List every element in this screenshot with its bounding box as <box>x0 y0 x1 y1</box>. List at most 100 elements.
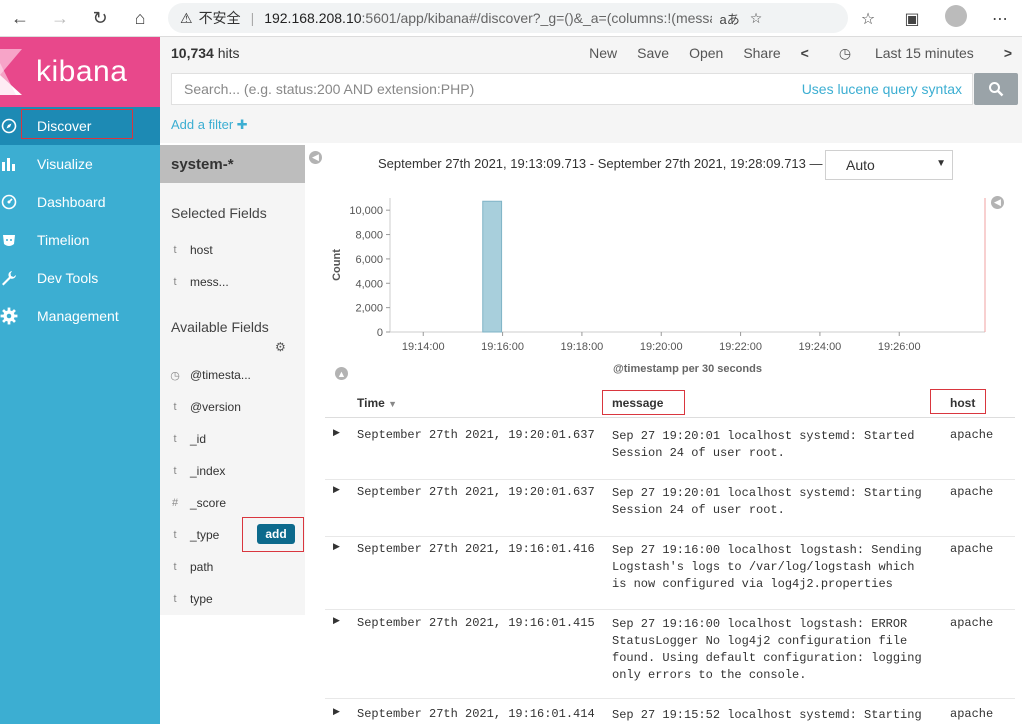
cell-message: Sep 27 19:20:01 localhost systemd: Start… <box>612 486 922 517</box>
collections-icon[interactable]: ▣ <box>890 9 934 29</box>
back-icon[interactable]: ← <box>0 0 40 37</box>
discover-topbar: 10,734 hits New Save Open Share < ◷ Last… <box>160 37 1022 69</box>
expand-row-icon[interactable]: ▶ <box>333 542 340 552</box>
selected-fields-heading: Selected Fields <box>171 205 267 221</box>
url-path: :5601/app/kibana#/discover?_g=()&_a=(col… <box>361 10 712 26</box>
field-settings-gear-icon[interactable]: ⚙ <box>275 340 286 354</box>
x-tick-label: 19:24:00 <box>798 341 841 353</box>
sort-down-icon[interactable]: ▼ <box>388 399 397 409</box>
cell-time: September 27th 2021, 19:16:01.416 <box>357 542 595 556</box>
address-bar[interactable]: ⚠ 不安全 | 192.168.208.10 :5601/app/kibana#… <box>168 3 848 33</box>
profile-avatar[interactable] <box>934 5 978 32</box>
x-axis-label: @timestamp per 30 seconds <box>613 363 762 375</box>
read-aloud-icon[interactable]: aあ <box>720 9 740 28</box>
y-tick-label: 8,000 <box>355 230 383 242</box>
insecure-label: 不安全 <box>198 10 241 26</box>
sidebar-item-label: Dev Tools <box>37 270 99 286</box>
search-row: Search... (e.g. status:200 AND extension… <box>160 69 1022 109</box>
y-axis-label: Count <box>331 249 343 281</box>
timelion-icon <box>0 231 18 249</box>
cell-time: September 27th 2021, 19:16:01.414 <box>357 707 595 721</box>
highlight-box-add <box>242 517 304 552</box>
plus-icon: ✚ <box>236 117 248 132</box>
field-list: system-* Selected Fields t host t mess... … <box>160 145 305 615</box>
field-item[interactable]: t @version <box>160 398 240 416</box>
favorites-icon[interactable]: ☆ <box>846 9 890 29</box>
x-tick-label: 19:20:00 <box>640 341 683 353</box>
cell-time: September 27th 2021, 19:16:01.415 <box>357 616 595 630</box>
hits-count: 10,734 hits <box>171 45 240 61</box>
table-row[interactable]: ▶ September 27th 2021, 19:20:01.637 Sep … <box>325 485 1015 537</box>
expand-row-icon[interactable]: ▶ <box>333 707 340 717</box>
field-item[interactable]: # _score <box>160 494 226 512</box>
field-item[interactable]: t type <box>160 590 212 608</box>
forward-icon[interactable]: → <box>40 0 80 37</box>
cell-host: apache <box>950 707 994 721</box>
table-row[interactable]: ▶ September 27th 2021, 19:16:01.415 Sep … <box>325 616 1015 699</box>
interval-select[interactable]: Auto ▼ <box>825 150 953 180</box>
search-button[interactable] <box>974 73 1018 105</box>
table-row[interactable]: ▶ September 27th 2021, 19:20:01.637 Sep … <box>325 428 1015 480</box>
chevron-left-icon[interactable]: < <box>801 45 809 61</box>
cell-message: Sep 27 19:15:52 localhost systemd: Start… <box>612 708 922 722</box>
y-tick-label: 0 <box>377 327 383 339</box>
filter-row: Add a filter ✚ <box>160 109 1022 143</box>
highlight-box-discover <box>21 109 133 139</box>
cell-message: Sep 27 19:16:00 localhost logstash: ERRO… <box>612 617 922 682</box>
table-row[interactable]: ▶ September 27th 2021, 19:16:01.416 Sep … <box>325 542 1015 610</box>
expand-row-icon[interactable]: ▶ <box>333 616 340 626</box>
add-favorite-icon[interactable]: ☆ <box>750 10 763 27</box>
field-item[interactable]: t mess... <box>160 273 228 291</box>
chevron-down-icon: ▼ <box>936 158 946 169</box>
expand-row-icon[interactable]: ▶ <box>333 485 340 495</box>
histogram-chart[interactable]: 0 2,000 4,000 6,000 8,000 10,000 19:14:00 19:16… <box>320 190 1000 380</box>
cell-host: apache <box>950 428 994 442</box>
open-button[interactable]: Open <box>689 45 723 61</box>
sidebar-item-dashboard[interactable]: Dashboard <box>0 183 160 221</box>
gear-icon <box>0 307 18 325</box>
chevron-right-icon[interactable]: > <box>1004 45 1012 61</box>
field-item[interactable]: t path <box>160 558 213 576</box>
kibana-sidebar: kibana Discover Visualize Dashboard Time… <box>0 37 160 724</box>
field-item[interactable]: t _id <box>160 430 206 448</box>
x-tick-label: 19:26:00 <box>878 341 921 353</box>
index-pattern-selector[interactable]: system-* <box>160 145 305 183</box>
column-header-time[interactable]: Time ▼ <box>357 396 397 410</box>
y-tick-label: 2,000 <box>355 303 383 315</box>
search-icon <box>989 82 1004 97</box>
sidebar-item-devtools[interactable]: Dev Tools <box>0 259 160 297</box>
save-button[interactable]: Save <box>637 45 669 61</box>
logo-text: kibana <box>36 55 128 88</box>
new-button[interactable]: New <box>589 45 617 61</box>
sidebar-item-visualize[interactable]: Visualize <box>0 145 160 183</box>
lucene-syntax-link[interactable]: Uses lucene query syntax <box>802 81 962 97</box>
kibana-logo[interactable]: kibana <box>0 37 160 107</box>
warning-icon: ⚠ <box>180 9 193 26</box>
time-picker-button[interactable]: ◷ Last 15 minutes <box>829 45 984 62</box>
field-item[interactable]: t host <box>160 241 212 259</box>
cell-host: apache <box>950 542 994 556</box>
share-button[interactable]: Share <box>743 45 780 61</box>
time-range-label: September 27th 2021, 19:13:09.713 - Sept… <box>378 156 823 171</box>
wrench-icon <box>0 269 18 287</box>
available-fields-heading: Available Fields <box>171 319 269 335</box>
highlight-box-message <box>602 390 685 415</box>
sidebar-item-timelion[interactable]: Timelion <box>0 221 160 259</box>
field-item[interactable]: t _type <box>160 526 219 544</box>
field-item[interactable]: ◷ @timesta... <box>160 366 251 384</box>
sidebar-item-management[interactable]: Management <box>0 297 160 335</box>
cell-host: apache <box>950 616 994 630</box>
home-icon[interactable]: ⌂ <box>120 0 160 37</box>
add-filter-link[interactable]: Add a filter ✚ <box>171 117 248 133</box>
dashboard-icon <box>0 193 18 211</box>
browser-toolbar: ← → ↻ ⌂ ⚠ 不安全 | 192.168.208.10 :5601/app… <box>0 0 1022 37</box>
collapse-sidebar-icon[interactable]: ◀ <box>309 151 322 164</box>
field-item[interactable]: t _index <box>160 462 225 480</box>
cell-host: apache <box>950 485 994 499</box>
y-tick-label: 6,000 <box>355 254 383 266</box>
more-icon[interactable]: ⋯ <box>978 9 1022 29</box>
cell-time: September 27th 2021, 19:20:01.637 <box>357 428 595 442</box>
expand-row-icon[interactable]: ▶ <box>333 428 340 438</box>
table-row[interactable]: ▶ September 27th 2021, 19:16:01.414 Sep … <box>325 707 1015 724</box>
reload-icon[interactable]: ↻ <box>80 0 120 37</box>
